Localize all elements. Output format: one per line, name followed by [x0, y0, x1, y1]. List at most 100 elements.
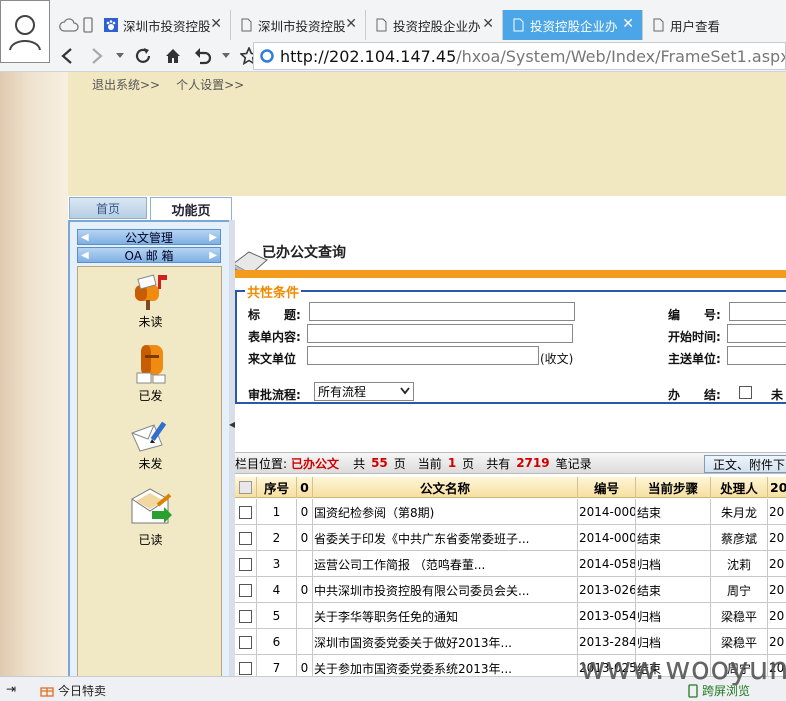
- table-row[interactable]: 10国资纪检参阅（第8期)2014-0007结束朱月龙20: [235, 499, 786, 525]
- row-checkbox[interactable]: [239, 661, 252, 675]
- form-content-input[interactable]: [307, 324, 573, 343]
- start-time-input[interactable]: [727, 324, 786, 343]
- cell-name[interactable]: 关于参加市国资委党委系统2013年...: [313, 655, 578, 676]
- col-attachment[interactable]: 0: [297, 477, 313, 498]
- user-avatar[interactable]: [0, 0, 50, 63]
- col-doc-name[interactable]: 公文名称: [313, 477, 578, 498]
- refresh-icon: [135, 48, 151, 63]
- table-row[interactable]: 40中共深圳市投资控股有限公司委员会关...2013-0261结束周宁20: [235, 577, 786, 603]
- col-date[interactable]: 20: [768, 477, 786, 498]
- undo-icon: [195, 48, 212, 65]
- settings-link[interactable]: 个人设置>>: [176, 76, 244, 93]
- sidebar-toggle-icon[interactable]: ⇥: [6, 682, 16, 696]
- oa-mail-button[interactable]: ◀ OA 邮 箱 ▶: [77, 247, 221, 263]
- envelope-pen-icon: [130, 421, 166, 452]
- cell-att: 0: [297, 655, 313, 676]
- row-select-cell: [235, 655, 257, 676]
- row-select-cell: [235, 525, 257, 551]
- cell-step: 归档: [636, 603, 711, 629]
- row-checkbox[interactable]: [239, 505, 252, 519]
- phone-icon: [83, 17, 93, 33]
- cell-idx: 7: [257, 655, 297, 676]
- conditions-legend: 共性条件: [245, 282, 302, 301]
- refresh-button[interactable]: [132, 45, 154, 67]
- row-checkbox[interactable]: [239, 583, 252, 597]
- table-row[interactable]: 5 关于李华等职务任免的通知2013-0540归档梁稳平20: [235, 603, 786, 629]
- arrow-left-icon: ◀: [81, 250, 89, 261]
- close-icon[interactable]: ✕: [482, 17, 494, 31]
- mailbox-icon: [134, 274, 167, 310]
- sidebar-item-sent[interactable]: 已发: [78, 341, 223, 404]
- sidebar: ◀ 公文管理 ▶ ◀ OA 邮 箱 ▶ 未读 已发 未发 已读: [68, 220, 233, 680]
- browser-tab-5[interactable]: 用户查看: [643, 10, 737, 40]
- sidebar-item-label: 已发: [138, 389, 163, 403]
- tab-function[interactable]: 功能页: [150, 197, 232, 220]
- from-unit-input[interactable]: [307, 346, 539, 365]
- paw-icon: [104, 18, 118, 32]
- col-handler[interactable]: 处理人: [711, 477, 768, 498]
- back-button[interactable]: [56, 45, 78, 67]
- cell-name[interactable]: 运营公司工作简报 （范鸣春董...: [313, 551, 578, 577]
- main-dept-input[interactable]: [727, 346, 786, 365]
- undo-dropdown[interactable]: [222, 45, 230, 67]
- cell-date: 20: [768, 551, 786, 577]
- cell-att: [297, 551, 313, 577]
- logout-link[interactable]: 退出系统>>: [92, 76, 160, 93]
- undo-button[interactable]: [192, 45, 214, 67]
- home-tab-area[interactable]: [56, 10, 96, 40]
- browser-tab-2[interactable]: 深圳市投资控股 ✕: [231, 10, 366, 40]
- table-header: 序号 0 公文名称 编号 当前步骤 处理人 20: [235, 477, 786, 498]
- forward-button[interactable]: [86, 45, 108, 67]
- download-attachments-button[interactable]: 正文、附件下: [704, 455, 786, 473]
- header-links: 退出系统>> 个人设置>>: [92, 76, 244, 93]
- total-pages: 55: [371, 456, 388, 470]
- row-select-cell: [235, 577, 257, 603]
- cell-name[interactable]: 中共深圳市投资控股有限公司委员会关...: [313, 577, 578, 603]
- close-icon[interactable]: ✕: [345, 17, 357, 31]
- doc-management-label: 公文管理: [124, 230, 173, 245]
- arrow-right-icon: ▶: [209, 232, 217, 243]
- col-number[interactable]: 编号: [578, 477, 636, 498]
- address-bar[interactable]: http://202.104.147.45/hxoa/System/Web/In…: [253, 42, 786, 70]
- cell-name[interactable]: 省委关于印发《中共广东省委常委班子...: [313, 525, 578, 551]
- title-input[interactable]: [309, 302, 575, 321]
- cell-name[interactable]: 深圳市国资委党委关于做好2013年...: [313, 629, 578, 655]
- table-row[interactable]: 20省委关于印发《中共广东省委常委班子...2014-0005结束蔡彦斌20: [235, 525, 786, 551]
- table-row[interactable]: 3 运营公司工作简报 （范鸣春董...2014-0587归档沈莉20: [235, 551, 786, 577]
- row-checkbox[interactable]: [239, 609, 252, 623]
- watermark: www.wooyun.org: [580, 651, 786, 687]
- doc-management-button[interactable]: ◀ 公文管理 ▶: [77, 229, 221, 245]
- sidebar-item-unsent[interactable]: 未发: [78, 417, 223, 472]
- history-dropdown[interactable]: [116, 45, 124, 67]
- row-checkbox[interactable]: [239, 635, 252, 649]
- browser-tab-4-active[interactable]: 投资控股企业办 ✕: [503, 10, 643, 40]
- row-checkbox[interactable]: [239, 531, 252, 545]
- tab-home[interactable]: 首页: [69, 197, 147, 219]
- col-index[interactable]: 序号: [257, 477, 297, 498]
- col-current-step[interactable]: 当前步骤: [636, 477, 711, 498]
- select-all-checkbox[interactable]: [239, 481, 252, 494]
- page: 深圳市投资控股 ✕ 深圳市投资控股 ✕ 投资控股企业办 ✕ 投资控股企业办 ✕ …: [0, 0, 786, 701]
- sidebar-item-read[interactable]: 已读: [78, 485, 223, 548]
- cell-date: 20: [768, 603, 786, 629]
- done-checkbox[interactable]: [739, 386, 752, 399]
- browser-tab-3[interactable]: 投资控股企业办 ✕: [366, 10, 503, 40]
- close-icon[interactable]: ✕: [210, 17, 222, 31]
- number-input[interactable]: [729, 302, 786, 321]
- cell-name[interactable]: 关于李华等职务任免的通知: [313, 603, 578, 629]
- row-checkbox[interactable]: [239, 557, 252, 571]
- flow-select[interactable]: 所有流程: [314, 382, 414, 401]
- sidebar-item-label: 已读: [138, 533, 163, 547]
- cell-step: 结束: [636, 525, 711, 551]
- flow-label: 审批流程:: [248, 388, 301, 402]
- cell-name[interactable]: 国资纪检参阅（第8期): [313, 499, 578, 525]
- close-icon[interactable]: ✕: [622, 17, 634, 31]
- browser-tab-1[interactable]: 深圳市投资控股 ✕: [96, 10, 231, 40]
- read-mail-icon: [131, 488, 172, 524]
- today-deals-link[interactable]: 今日特卖: [40, 682, 106, 699]
- home-button[interactable]: [162, 45, 184, 67]
- page-title: 已办公文查询: [262, 245, 346, 261]
- tab-label: 用户查看: [670, 18, 721, 34]
- undone-label: 未: [771, 388, 784, 402]
- sidebar-item-unread[interactable]: 未读: [78, 271, 223, 330]
